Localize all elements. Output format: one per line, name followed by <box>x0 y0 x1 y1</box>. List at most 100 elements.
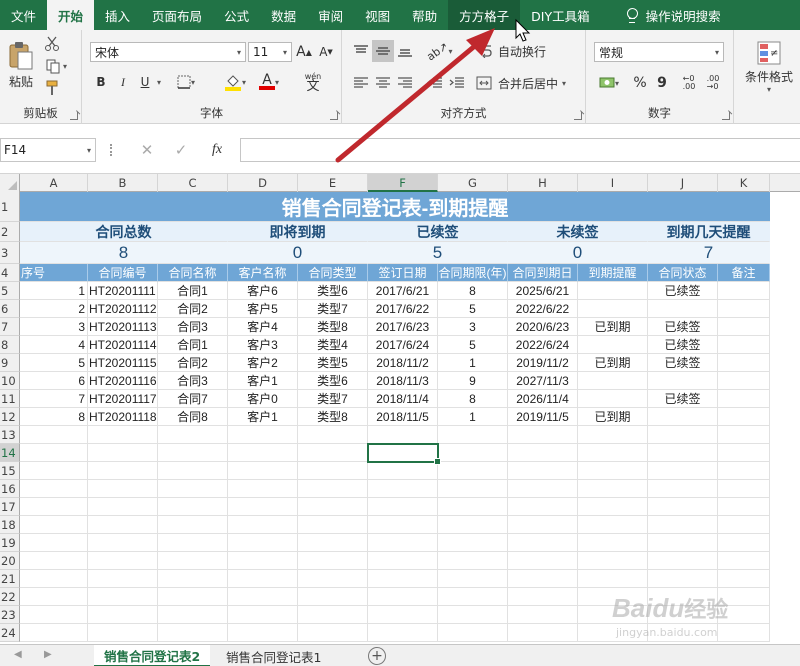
empty-cell[interactable] <box>718 624 770 642</box>
empty-cell[interactable] <box>228 480 298 498</box>
empty-cell[interactable] <box>368 606 438 624</box>
table-cell[interactable]: 6 <box>20 372 88 390</box>
align-top-button[interactable] <box>350 40 372 62</box>
empty-cell[interactable] <box>508 462 578 480</box>
font-size-combo[interactable]: 11 ▾ <box>248 42 292 62</box>
column-header-K[interactable]: K <box>718 174 770 192</box>
table-cell[interactable]: HT20201115 <box>88 354 158 372</box>
row-header-18[interactable]: 18 <box>0 516 20 534</box>
empty-cell[interactable] <box>368 534 438 552</box>
table-cell[interactable] <box>718 318 770 336</box>
row-header-13[interactable]: 13 <box>0 426 20 444</box>
column-header-F[interactable]: F <box>368 174 438 192</box>
tell-me-search[interactable]: 操作说明搜索 <box>615 0 732 30</box>
empty-cell[interactable] <box>438 534 508 552</box>
table-cell[interactable]: 合同1 <box>158 282 228 300</box>
table-cell[interactable] <box>718 390 770 408</box>
increase-decimal-button[interactable]: ←0.00 <box>678 72 700 94</box>
empty-cell[interactable] <box>20 534 88 552</box>
menu-tab-3[interactable]: 页面布局 <box>141 0 213 30</box>
empty-cell[interactable] <box>718 552 770 570</box>
empty-cell[interactable] <box>158 570 228 588</box>
table-cell[interactable] <box>718 336 770 354</box>
row-header-3[interactable]: 3 <box>0 242 20 264</box>
empty-cell[interactable] <box>158 624 228 642</box>
summary-label[interactable]: 已续签 <box>368 222 508 242</box>
empty-cell[interactable] <box>20 624 88 642</box>
selected-cell[interactable] <box>367 443 441 465</box>
row-header-17[interactable]: 17 <box>0 498 20 516</box>
table-cell[interactable] <box>648 408 718 426</box>
empty-cell[interactable] <box>298 516 368 534</box>
column-title-cell[interactable]: 合同类型 <box>298 264 368 282</box>
select-all-corner[interactable] <box>0 174 20 192</box>
empty-cell[interactable] <box>648 480 718 498</box>
table-cell[interactable]: 2019/11/5 <box>508 408 578 426</box>
empty-cell[interactable] <box>158 480 228 498</box>
summary-label[interactable]: 到期几天提醒 <box>648 222 770 242</box>
table-cell[interactable] <box>578 300 648 318</box>
table-cell[interactable] <box>718 300 770 318</box>
column-title-cell[interactable]: 合同编号 <box>88 264 158 282</box>
table-cell[interactable]: 客户6 <box>228 282 298 300</box>
empty-cell[interactable] <box>298 444 368 462</box>
font-color-button[interactable]: A ▾ <box>254 72 284 92</box>
table-cell[interactable]: 2022/6/24 <box>508 336 578 354</box>
summary-value[interactable]: 7 <box>648 242 770 264</box>
empty-cell[interactable] <box>578 444 648 462</box>
empty-cell[interactable] <box>648 624 718 642</box>
row-header-10[interactable]: 10 <box>0 372 20 390</box>
table-cell[interactable]: 5 <box>438 300 508 318</box>
empty-cell[interactable] <box>648 606 718 624</box>
table-cell[interactable]: 2018/11/3 <box>368 372 438 390</box>
empty-cell[interactable] <box>88 426 158 444</box>
table-cell[interactable]: HT20201114 <box>88 336 158 354</box>
table-cell[interactable]: 1 <box>438 408 508 426</box>
empty-cell[interactable] <box>508 588 578 606</box>
row-header-8[interactable]: 8 <box>0 336 20 354</box>
row-header-22[interactable]: 22 <box>0 588 20 606</box>
table-cell[interactable]: 2018/11/2 <box>368 354 438 372</box>
align-middle-button[interactable] <box>372 40 394 62</box>
menu-tab-5[interactable]: 数据 <box>260 0 307 30</box>
table-cell[interactable]: 客户0 <box>228 390 298 408</box>
row-header-24[interactable]: 24 <box>0 624 20 642</box>
empty-cell[interactable] <box>718 516 770 534</box>
table-cell[interactable]: 客户5 <box>228 300 298 318</box>
empty-cell[interactable] <box>648 462 718 480</box>
table-cell[interactable] <box>718 408 770 426</box>
summary-label[interactable]: 即将到期 <box>228 222 368 242</box>
empty-cell[interactable] <box>578 606 648 624</box>
empty-cell[interactable] <box>648 570 718 588</box>
comma-style-button[interactable]: 9 <box>652 72 672 94</box>
table-cell[interactable]: 2027/11/3 <box>508 372 578 390</box>
cancel-icon[interactable]: ✕ <box>136 138 158 162</box>
table-cell[interactable]: 客户3 <box>228 336 298 354</box>
empty-cell[interactable] <box>158 552 228 570</box>
empty-cell[interactable] <box>718 426 770 444</box>
table-cell[interactable] <box>578 336 648 354</box>
table-cell[interactable]: 2 <box>20 300 88 318</box>
empty-cell[interactable] <box>368 552 438 570</box>
table-cell[interactable]: 类型8 <box>298 318 368 336</box>
bold-button[interactable]: B <box>92 72 110 92</box>
table-cell[interactable] <box>578 390 648 408</box>
empty-cell[interactable] <box>438 606 508 624</box>
empty-cell[interactable] <box>298 588 368 606</box>
table-cell[interactable]: 3 <box>20 318 88 336</box>
empty-cell[interactable] <box>578 426 648 444</box>
clipboard-launcher-icon[interactable] <box>70 112 78 120</box>
row-header-16[interactable]: 16 <box>0 480 20 498</box>
empty-cell[interactable] <box>88 534 158 552</box>
summary-value[interactable]: 0 <box>508 242 648 264</box>
sheet-title[interactable]: 销售合同登记表-到期提醒 <box>20 192 770 222</box>
formula-input[interactable] <box>240 138 800 162</box>
menu-tab-10[interactable]: DIY工具箱 <box>520 0 600 30</box>
empty-cell[interactable] <box>438 462 508 480</box>
table-cell[interactable]: 合同3 <box>158 372 228 390</box>
menu-tab-6[interactable]: 审阅 <box>307 0 354 30</box>
empty-cell[interactable] <box>508 516 578 534</box>
grow-font-button[interactable]: A ▲ <box>294 42 314 62</box>
empty-cell[interactable] <box>158 588 228 606</box>
decrease-indent-button[interactable] <box>424 72 446 94</box>
